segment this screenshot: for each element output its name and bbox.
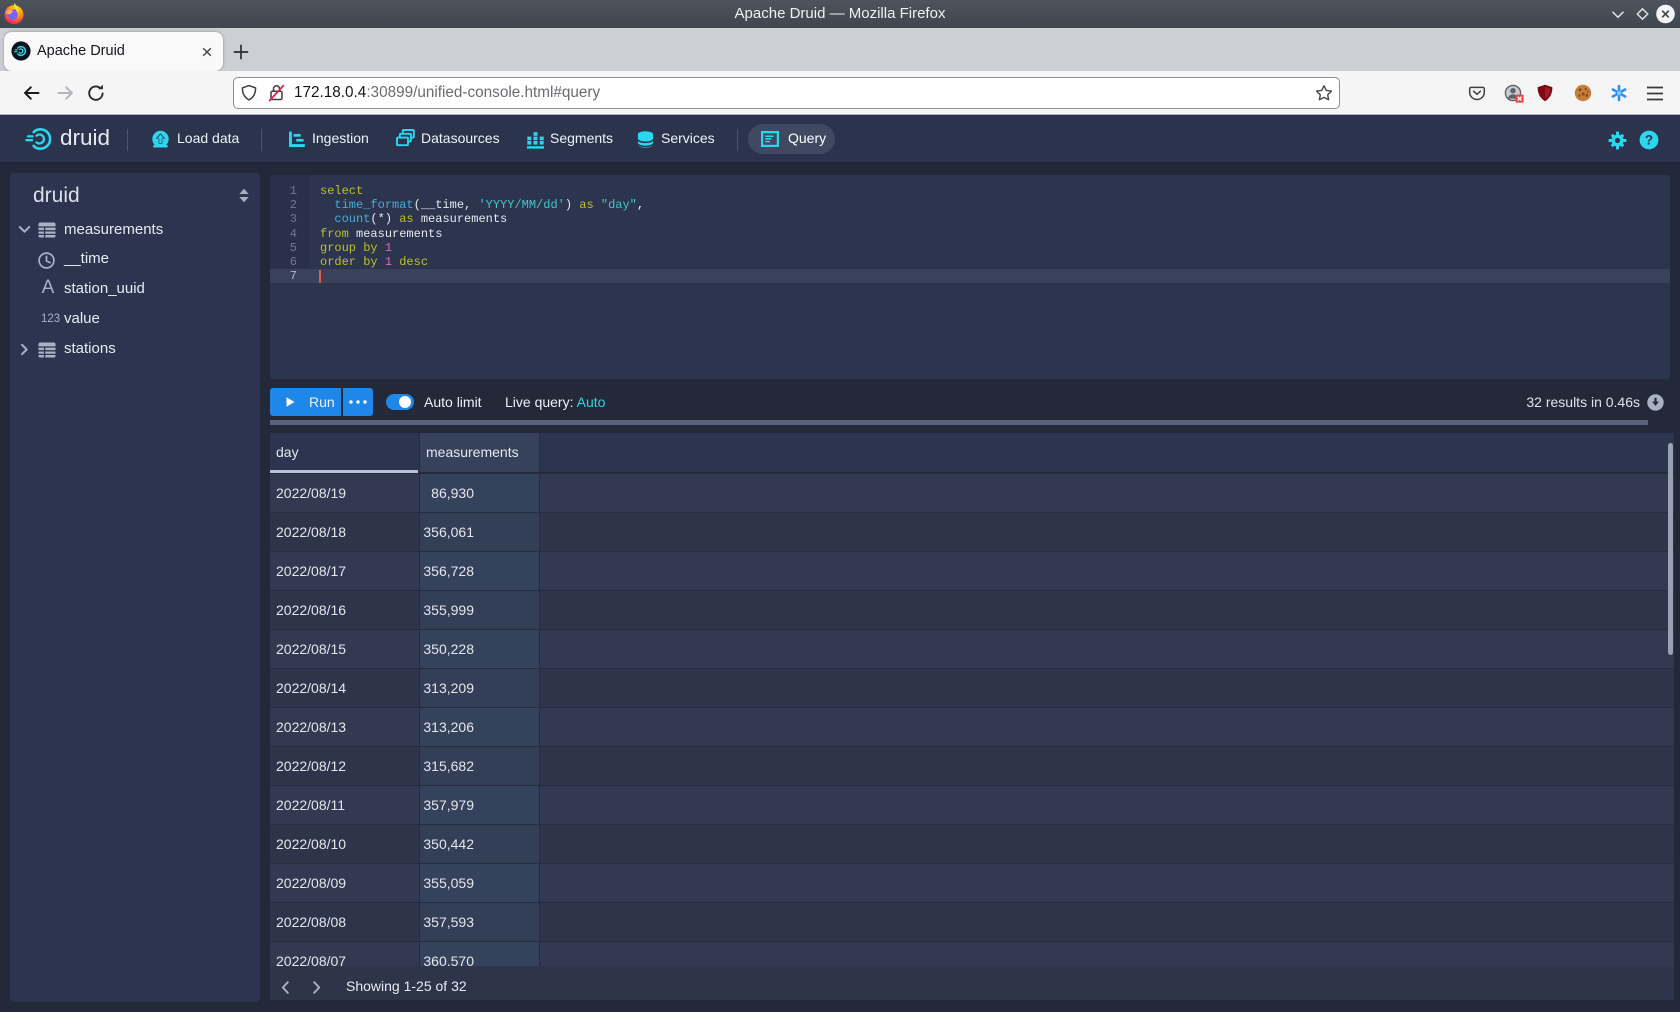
svg-text:?: ? bbox=[1645, 132, 1653, 147]
